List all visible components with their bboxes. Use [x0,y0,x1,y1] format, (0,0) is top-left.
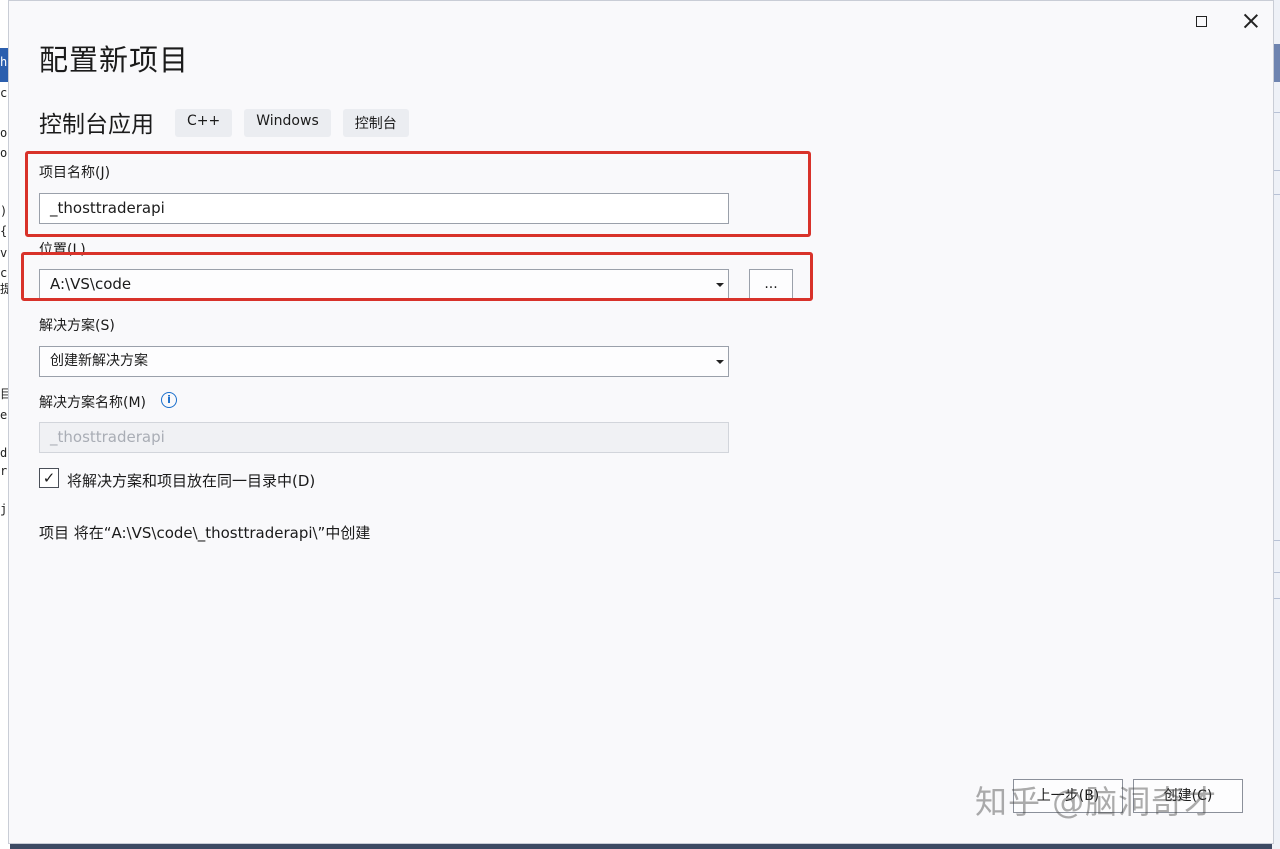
solution-dropdown[interactable]: 创建新解决方案 [39,346,729,377]
template-tags: C++ Windows 控制台 [175,109,409,137]
close-button[interactable] [1231,7,1271,35]
same-directory-checkbox[interactable]: ✓ [39,468,59,488]
configure-project-dialog: 配置新项目 控制台应用 C++ Windows 控制台 项目名称(J) _tho… [8,0,1274,844]
solution-value: 创建新解决方案 [50,353,148,369]
info-icon[interactable]: i [161,392,177,408]
annotation-box-project-name [25,151,811,237]
tag-console: 控制台 [342,109,409,137]
solution-label: 解决方案(S) [39,318,115,334]
create-button[interactable]: 创建(C) [1133,779,1243,813]
page-title: 配置新项目 [39,43,190,77]
chevron-down-icon [716,360,724,364]
maximize-icon [1195,15,1207,27]
close-icon [1244,14,1258,28]
annotation-box-location [21,252,813,301]
back-button[interactable]: 上一步(B) [1013,779,1123,813]
solution-name-input: _thosttraderapi [39,422,729,453]
tag-cpp: C++ [175,109,233,137]
tag-windows: Windows [244,109,331,137]
maximize-button[interactable] [1181,7,1221,35]
project-path-note: 项目 将在“A:\VS\code\_thosttraderapi\”中创建 [39,524,371,542]
template-name: 控制台应用 [39,112,154,138]
same-directory-label[interactable]: 将解决方案和项目放在同一目录中(D) [67,470,315,491]
solution-name-label: 解决方案名称(M) [39,395,147,411]
